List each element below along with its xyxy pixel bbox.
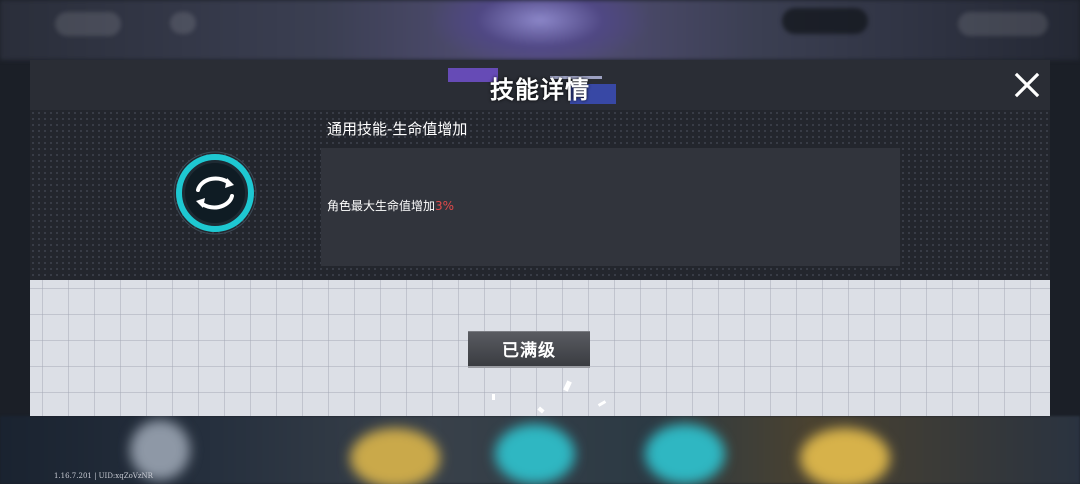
max-level-button[interactable]: 已满级 xyxy=(468,331,590,366)
version-label: 1.16.7.201 | UID:xqZoVzNR xyxy=(54,472,153,480)
blurred-top-badge xyxy=(782,8,868,34)
sparkle-decoration xyxy=(537,406,545,414)
description-value: 3% xyxy=(435,199,455,213)
skill-detail-dialog: 技能详情 通用技能-生命值增加 角色最大生命值增加3% 已满级 xyxy=(30,60,1050,416)
description-text: 角色最大生命值增加 xyxy=(327,199,436,213)
sparkle-decoration xyxy=(563,380,572,392)
blurred-card xyxy=(130,420,190,480)
sparkle-decoration xyxy=(597,400,607,407)
dialog-title: 技能详情 xyxy=(490,75,590,104)
sparkle-decoration xyxy=(492,394,495,400)
blurred-top-right-button xyxy=(958,12,1048,36)
background-top-strip xyxy=(0,0,1080,60)
blurred-top-icon xyxy=(170,12,196,34)
cycle-arrows-icon xyxy=(172,150,258,236)
skill-description: 角色最大生命值增加3% xyxy=(327,197,454,214)
skill-info-panel: 通用技能-生命值增加 角色最大生命值增加3% xyxy=(30,110,1050,280)
action-panel: 已满级 xyxy=(30,280,1050,416)
skill-description-box: 角色最大生命值增加3% xyxy=(321,148,900,266)
dialog-header: 技能详情 xyxy=(30,60,1050,111)
blurred-card xyxy=(800,428,890,484)
blurred-card xyxy=(350,428,440,484)
blurred-card xyxy=(645,424,725,484)
blurred-top-button xyxy=(55,12,121,36)
close-icon[interactable] xyxy=(1012,70,1042,100)
skill-name: 通用技能-生命值增加 xyxy=(327,120,468,138)
blurred-card xyxy=(495,424,575,484)
